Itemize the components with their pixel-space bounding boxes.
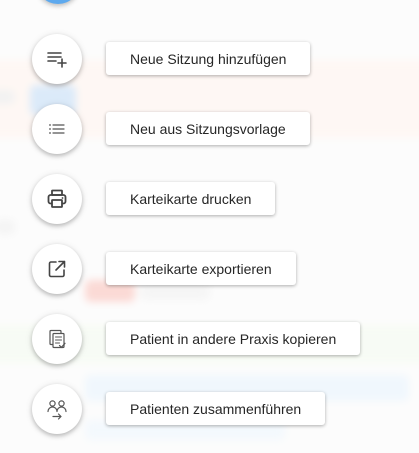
- printer-icon: [47, 189, 67, 208]
- from-template-button[interactable]: [32, 104, 82, 154]
- new-session-label[interactable]: Neue Sitzung hinzufügen: [106, 42, 311, 75]
- playlist-add-icon: [47, 52, 67, 68]
- export-label[interactable]: Karteikarte exportieren: [106, 252, 296, 285]
- merge-people-icon: [47, 400, 67, 420]
- export-button[interactable]: [32, 244, 82, 294]
- print-label[interactable]: Karteikarte drucken: [106, 182, 276, 215]
- export-icon: [48, 260, 66, 278]
- copy-patient-button[interactable]: [32, 314, 82, 364]
- copy-patient-label[interactable]: Patient in andere Praxis kopieren: [106, 322, 361, 355]
- speed-dial-action-from-template: Neu aus Sitzungsvorlage: [32, 104, 412, 154]
- speed-dial-action-merge: Patienten zusammenführen: [32, 384, 412, 434]
- list-icon: [49, 124, 65, 134]
- copy-documents-icon: [49, 329, 66, 349]
- merge-patients-button[interactable]: [32, 384, 82, 434]
- print-button[interactable]: [32, 174, 82, 224]
- speed-dial-action-print: Karteikarte drucken: [32, 174, 412, 224]
- new-session-button[interactable]: [32, 34, 82, 84]
- speed-dial-action-export: Karteikarte exportieren: [32, 244, 412, 294]
- speed-dial-action-new-session: Neue Sitzung hinzufügen: [32, 34, 412, 84]
- merge-patients-label[interactable]: Patienten zusammenführen: [106, 392, 326, 425]
- from-template-label[interactable]: Neu aus Sitzungsvorlage: [106, 112, 310, 145]
- speed-dial-action-copy-patient: Patient in andere Praxis kopieren: [32, 314, 412, 364]
